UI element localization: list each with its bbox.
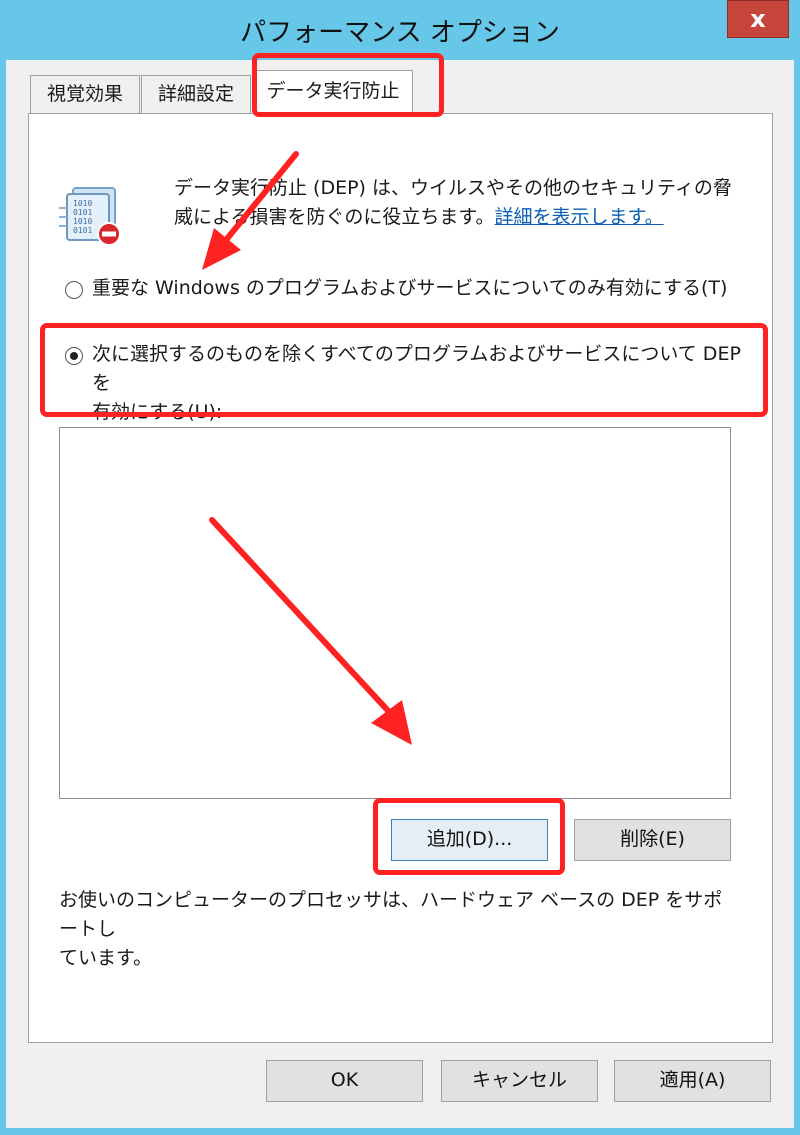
highlight-all-programs-option (40, 323, 768, 417)
apply-button[interactable]: 適用(A) (614, 1060, 771, 1102)
details-link[interactable]: 詳細を表示します。 (495, 206, 664, 228)
close-button[interactable]: x (727, 0, 789, 38)
radio-essential-only-label[interactable]: 重要な Windows のプログラムおよびサービスについてのみ有効にする(T) (92, 274, 762, 303)
highlight-dep-tab (252, 53, 444, 117)
ok-button[interactable]: OK (266, 1060, 423, 1102)
svg-text:0101: 0101 (73, 226, 92, 235)
dialog-body: 視覚効果 詳細設定 データ実行防止 1010 0101 1010 0101 デー… (6, 60, 794, 1128)
tab-advanced[interactable]: 詳細設定 (141, 75, 251, 113)
svg-text:1010: 1010 (73, 199, 92, 208)
dep-tab-panel: 1010 0101 1010 0101 データ実行防止 (DEP) は、ウイルス… (28, 113, 773, 1043)
highlight-add-button (373, 798, 565, 875)
dep-description: データ実行防止 (DEP) は、ウイルスやその他のセキュリティの脅 威による損害… (174, 177, 732, 228)
svg-text:1010: 1010 (73, 217, 92, 226)
dep-shield-icon: 1010 0101 1010 0101 (59, 187, 121, 246)
window-title: パフォーマンス オプション (240, 18, 560, 48)
title-bar: パフォーマンス オプション x (0, 0, 800, 60)
radio-essential-only[interactable] (65, 281, 83, 299)
tab-visual-effects[interactable]: 視覚効果 (30, 75, 140, 113)
remove-button[interactable]: 削除(E) (574, 819, 731, 861)
dep-exceptions-list[interactable] (59, 427, 731, 799)
hardware-support-text: お使いのコンピューターのプロセッサは、ハードウェア ベースの DEP をサポート… (59, 889, 723, 969)
svg-text:0101: 0101 (73, 208, 92, 217)
cancel-button[interactable]: キャンセル (441, 1060, 598, 1102)
